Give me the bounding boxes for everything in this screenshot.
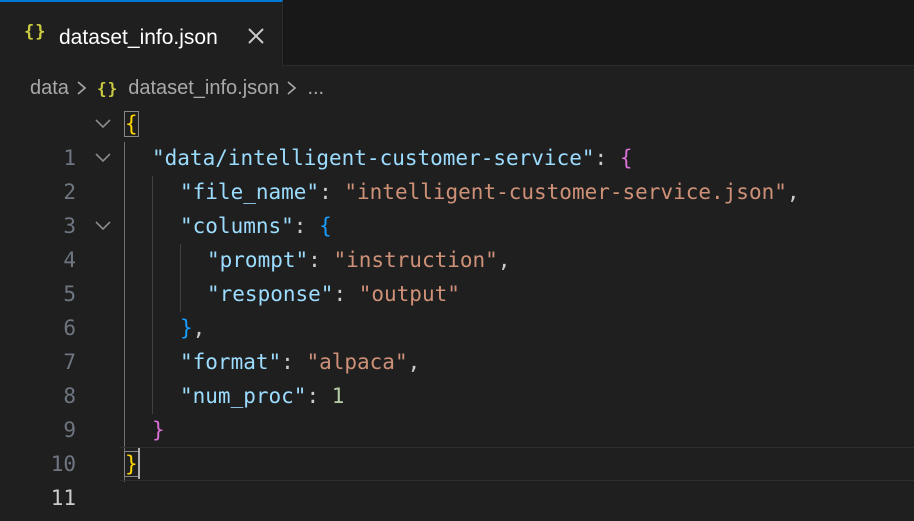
code-line: 7 }, (0, 311, 914, 374)
bracket: } (180, 316, 193, 340)
chevron-down-icon[interactable] (94, 117, 112, 131)
breadcrumb-more[interactable]: ... (307, 77, 324, 100)
chevron-right-icon (287, 81, 297, 95)
bracket: } (152, 418, 165, 442)
code-line: 6 "response": "output" (0, 277, 914, 340)
json-file-icon: {} (96, 78, 119, 98)
breadcrumb: data {} dataset_info.json ... (30, 74, 324, 102)
punctuation: , (407, 350, 421, 374)
punctuation: : (319, 180, 345, 204)
code-editor[interactable]: 1 { 2 "data/intelligent-customer-service… (0, 107, 914, 521)
bracket: { (319, 214, 332, 238)
json-number: 1 (331, 384, 345, 408)
punctuation: , (497, 248, 511, 272)
punctuation: : (293, 214, 320, 238)
bracket: { (619, 146, 633, 170)
bracket: } (124, 451, 139, 477)
json-string: "intelligent-customer-service.json" (344, 180, 787, 204)
code-line: 8 "format": "alpaca", (0, 345, 914, 408)
punctuation: : (281, 350, 307, 374)
punctuation: : (308, 248, 334, 272)
code-line: 10 } (0, 413, 914, 476)
punctuation: , (192, 316, 206, 340)
code-line-current: 11 } (0, 447, 914, 510)
json-key: "format" (180, 350, 282, 374)
chevron-right-icon (77, 81, 87, 95)
json-string: "output" (358, 282, 460, 306)
json-key: "response" (207, 282, 334, 306)
text-cursor (138, 447, 140, 479)
line-number: 11 (50, 486, 76, 510)
code-line: 1 { (0, 107, 914, 170)
code-line: 9 "num_proc": 1 (0, 379, 914, 442)
code-line: 5 "prompt": "instruction", (0, 243, 914, 306)
json-key: "file_name" (180, 180, 320, 204)
json-key: "prompt" (207, 248, 309, 272)
punctuation: , (786, 180, 800, 204)
breadcrumb-folder-data[interactable]: data (30, 77, 69, 100)
chevron-down-icon[interactable] (94, 151, 112, 165)
tab-label: dataset_info.json (59, 26, 218, 49)
bracket: { (124, 111, 139, 137)
json-key: "num_proc" (180, 384, 307, 408)
code-line: 4 "columns": { (0, 209, 914, 272)
tab-bar: {} dataset_info.json (0, 0, 914, 67)
close-icon[interactable] (245, 25, 267, 47)
json-key: "columns" (180, 214, 294, 238)
json-string: "alpaca" (306, 350, 408, 374)
punctuation: : (306, 384, 332, 408)
code-line: 2 "data/intelligent-customer-service": { (0, 141, 914, 204)
tab-dataset-info-json[interactable]: {} dataset_info.json (0, 0, 283, 67)
punctuation: : (594, 146, 620, 170)
chevron-down-icon[interactable] (94, 219, 112, 233)
breadcrumb-file[interactable]: dataset_info.json (128, 77, 279, 100)
json-key: "data/intelligent-customer-service" (152, 146, 595, 170)
punctuation: : (333, 282, 359, 306)
json-string: "instruction" (333, 248, 498, 272)
code-line: 3 "file_name": "intelligent-customer-ser… (0, 175, 914, 238)
json-file-icon: {} (24, 22, 47, 42)
